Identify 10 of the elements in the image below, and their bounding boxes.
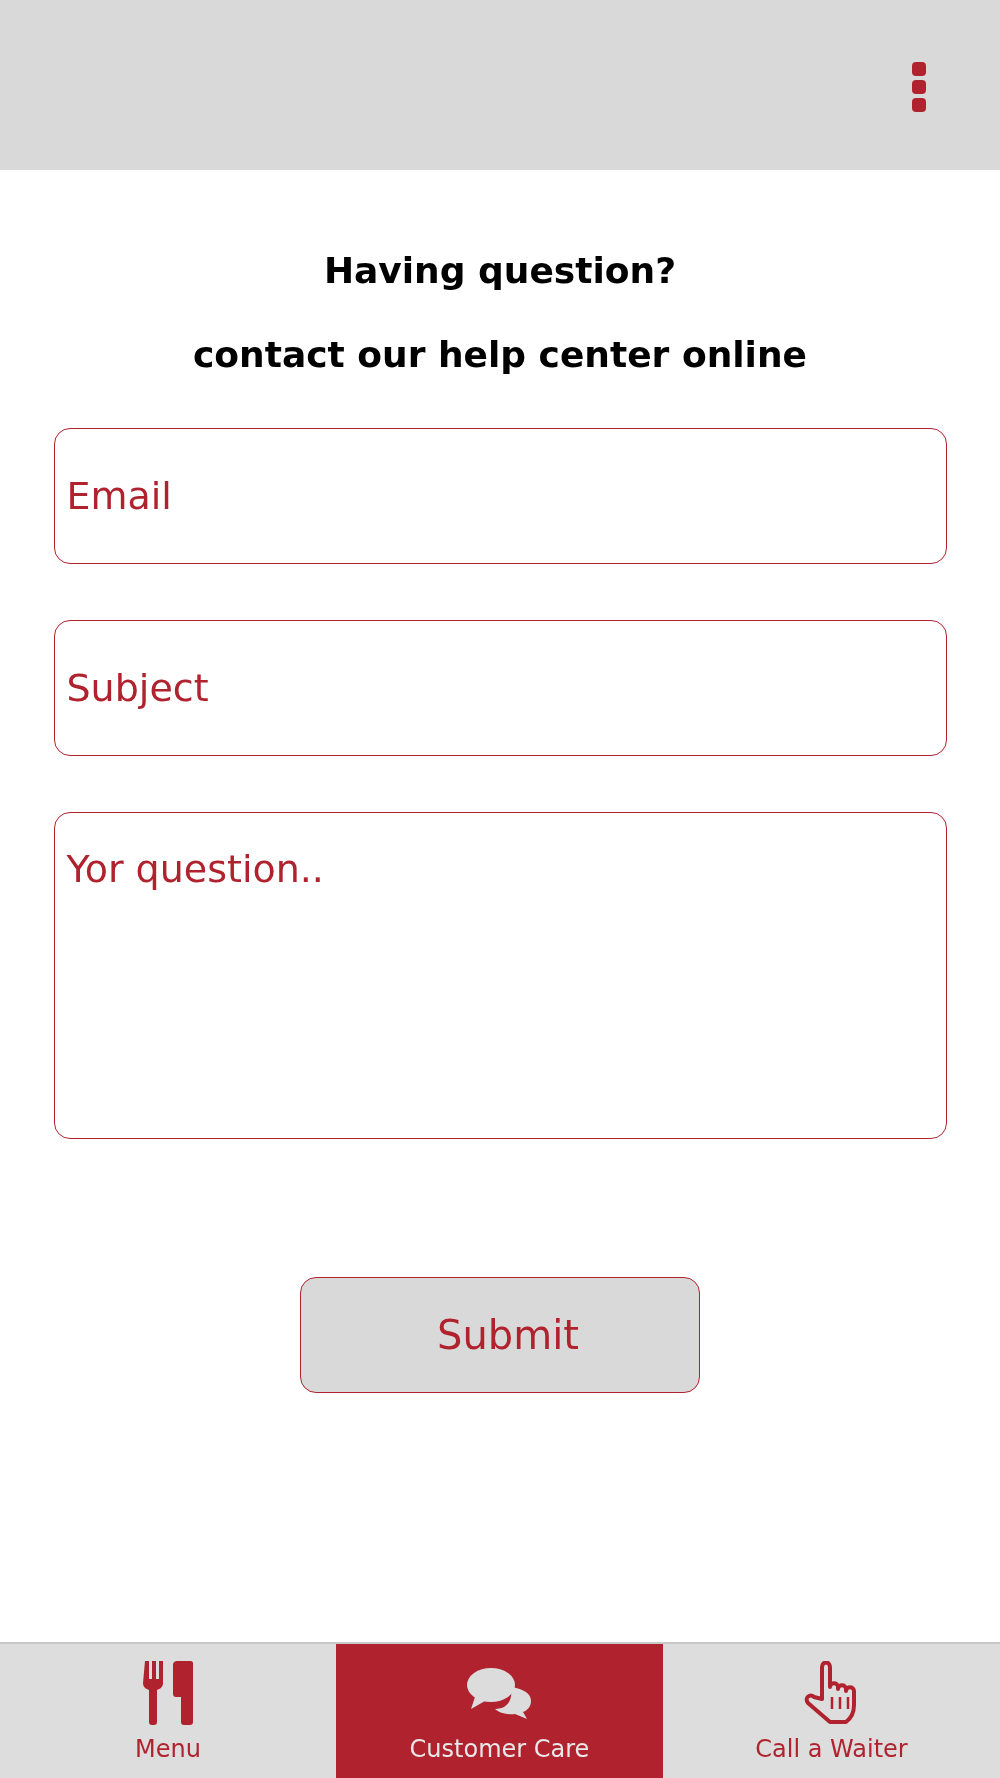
tab[interactable]: Customer Care <box>336 1644 663 1778</box>
input-field[interactable]: Subject <box>53 620 947 756</box>
input-field[interactable]: Email <box>53 428 947 564</box>
menu-icon[interactable] <box>912 62 928 114</box>
submit-button[interactable]: Submit <box>300 1277 700 1393</box>
heading-text: contact our help center online <box>193 333 807 377</box>
chat-bubbles-icon <box>466 1665 533 1721</box>
question-field[interactable]: Yor question.. <box>53 812 947 1139</box>
cutlery-icon <box>143 1661 193 1725</box>
heading-text: Having question? <box>323 249 677 293</box>
